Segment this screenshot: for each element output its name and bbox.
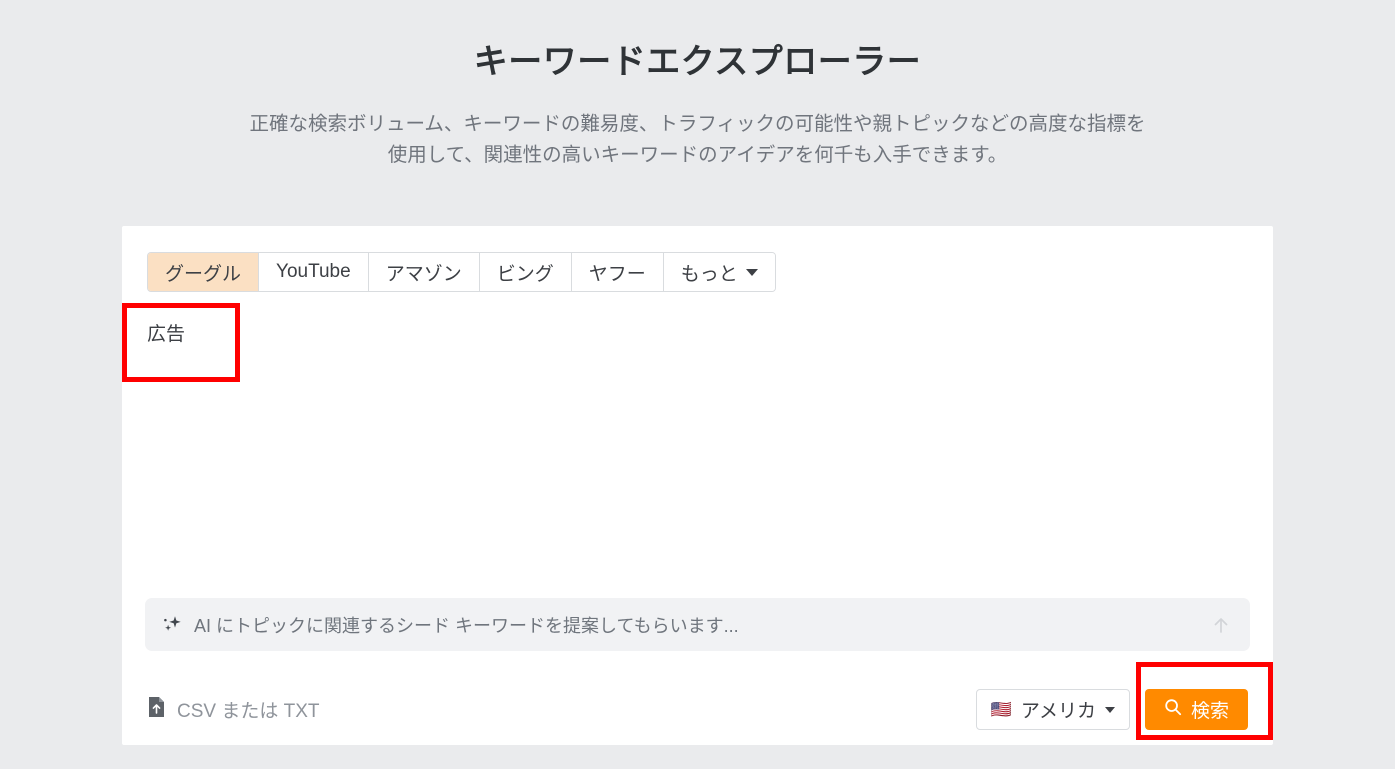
tab-more[interactable]: もっと xyxy=(663,253,775,291)
tab-amazon-label: アマゾン xyxy=(385,263,462,285)
ai-prompt-placeholder: AI にトピックに関連するシード キーワードを提案してもらいます... xyxy=(194,615,739,636)
card-footer: CSV または TXT 🇺🇸 アメリカ 検索 xyxy=(122,674,1273,745)
tab-yahoo-label: ヤフー xyxy=(588,263,646,285)
search-card: グーグル YouTube アマゾン ビング ヤフー もっと 広告 AI にトピッ… xyxy=(122,226,1273,745)
tab-youtube[interactable]: YouTube xyxy=(259,253,369,291)
page-title: キーワードエクスプローラー xyxy=(473,43,922,81)
page-subtitle-line-1: 正確な検索ボリューム、キーワードの難易度、トラフィックの可能性や親トピックなどの… xyxy=(249,112,1146,135)
ai-prompt-bar[interactable]: AI にトピックに関連するシード キーワードを提案してもらいます... xyxy=(145,598,1250,651)
footer-actions: 🇺🇸 アメリカ 検索 xyxy=(975,689,1248,730)
tab-amazon[interactable]: アマゾン xyxy=(368,253,480,291)
tab-more-label: もっと xyxy=(680,263,738,285)
search-engine-tabs: グーグル YouTube アマゾン ビング ヤフー もっと xyxy=(147,252,776,292)
chevron-down-icon xyxy=(1104,706,1115,713)
search-icon xyxy=(1164,698,1182,722)
us-flag-icon: 🇺🇸 xyxy=(990,700,1012,719)
search-button-label: 検索 xyxy=(1190,701,1229,722)
tab-google[interactable]: グーグル xyxy=(148,253,260,291)
page-header: キーワードエクスプローラー 正確な検索ボリューム、キーワードの難易度、トラフィッ… xyxy=(0,0,1395,172)
keyword-input-value: 広告 xyxy=(147,324,186,345)
page-subtitle-line-2: 使用して、関連性の高いキーワードのアイデアを何千も入手できます。 xyxy=(387,144,1008,167)
file-upload-icon xyxy=(147,696,166,723)
csv-upload-label: CSV または TXT xyxy=(177,701,320,722)
tab-bing-label: ビング xyxy=(496,263,554,285)
search-button[interactable]: 検索 xyxy=(1144,689,1248,730)
sparkle-icon xyxy=(162,614,183,635)
page-subtitle: 正確な検索ボリューム、キーワードの難易度、トラフィックの可能性や親トピックなどの… xyxy=(128,109,1268,172)
chevron-down-icon xyxy=(745,268,758,276)
keyword-explorer-page: キーワードエクスプローラー 正確な検索ボリューム、キーワードの難易度、トラフィッ… xyxy=(0,0,1395,769)
tab-yahoo[interactable]: ヤフー xyxy=(571,253,664,291)
keyword-input[interactable]: 広告 xyxy=(122,303,1273,593)
arrow-up-icon[interactable] xyxy=(1210,614,1232,636)
country-selector[interactable]: 🇺🇸 アメリカ xyxy=(975,689,1130,730)
country-selector-label: アメリカ xyxy=(1020,701,1096,722)
tab-bing[interactable]: ビング xyxy=(479,253,572,291)
tab-google-label: グーグル xyxy=(165,263,242,285)
csv-upload-button[interactable]: CSV または TXT xyxy=(147,696,320,723)
tab-youtube-label: YouTube xyxy=(276,261,351,282)
